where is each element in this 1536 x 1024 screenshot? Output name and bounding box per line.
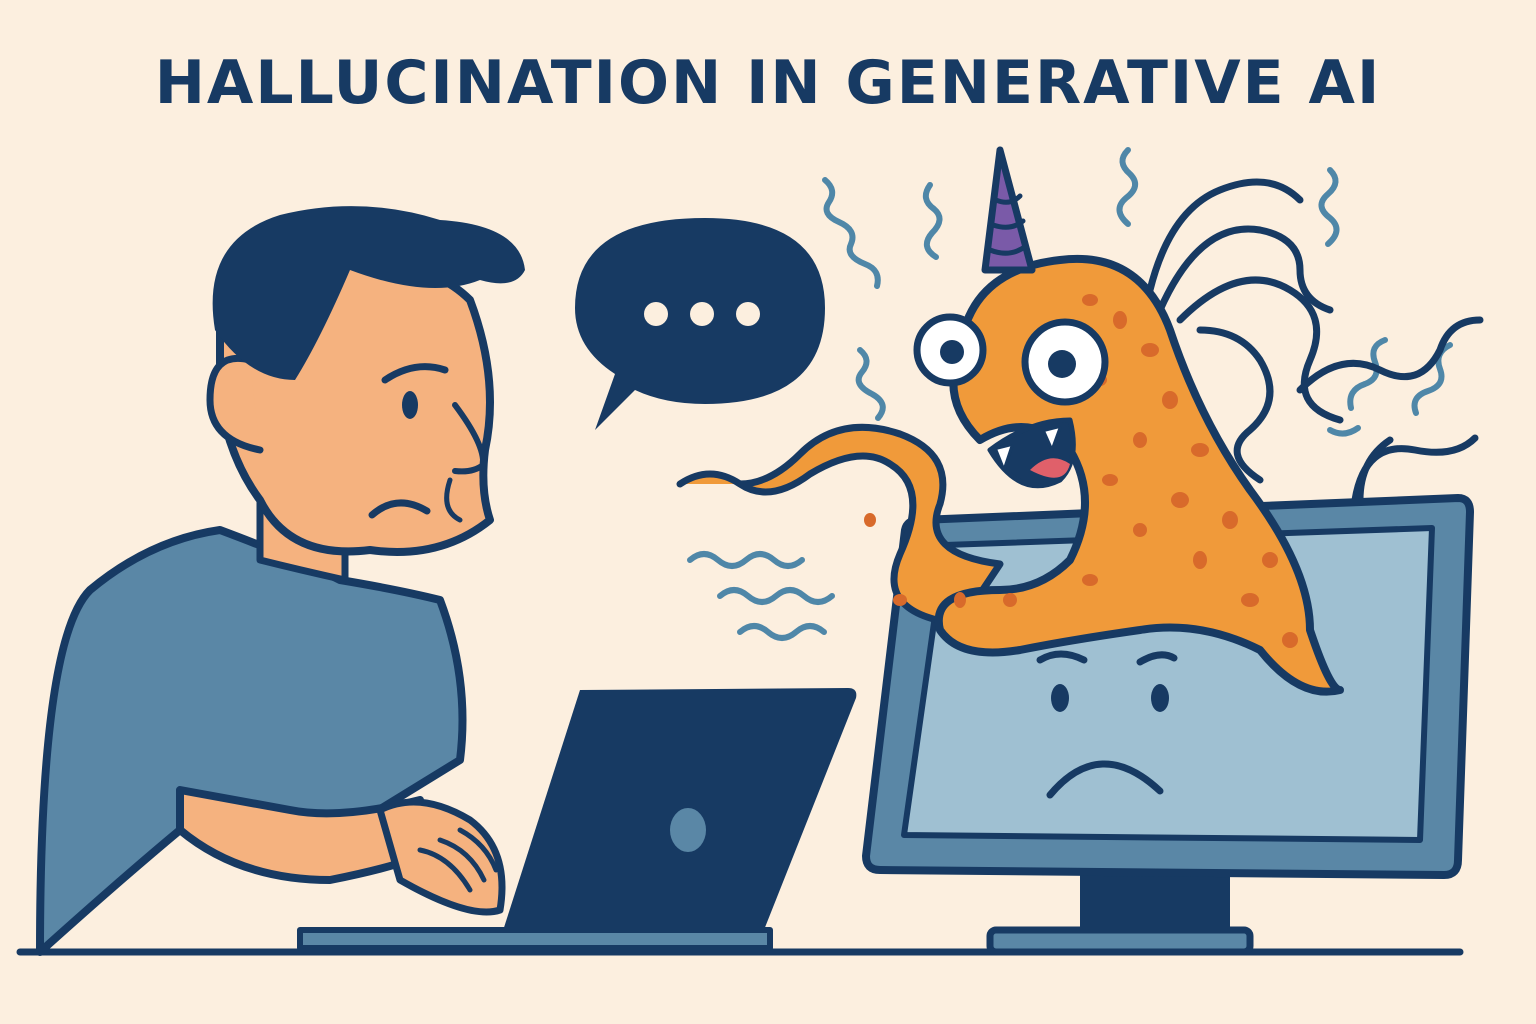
laptop-base [297, 927, 773, 951]
person [36, 206, 525, 956]
speech-bubble [575, 218, 825, 430]
ellipsis-dot-3 [736, 302, 760, 326]
screen-left-eye [1051, 684, 1069, 712]
screen-right-eye [1151, 684, 1169, 712]
monster-right-pupil [1048, 350, 1076, 378]
ellipsis-dot-1 [644, 302, 668, 326]
monster-left-pupil [940, 340, 964, 364]
laptop-logo [670, 808, 706, 852]
ellipsis-dot-2 [690, 302, 714, 326]
person-eye [402, 391, 418, 419]
illustration [16, 146, 1484, 956]
shirt [36, 526, 467, 956]
monster-body [934, 254, 1344, 696]
monitor-stand-base [986, 926, 1254, 956]
